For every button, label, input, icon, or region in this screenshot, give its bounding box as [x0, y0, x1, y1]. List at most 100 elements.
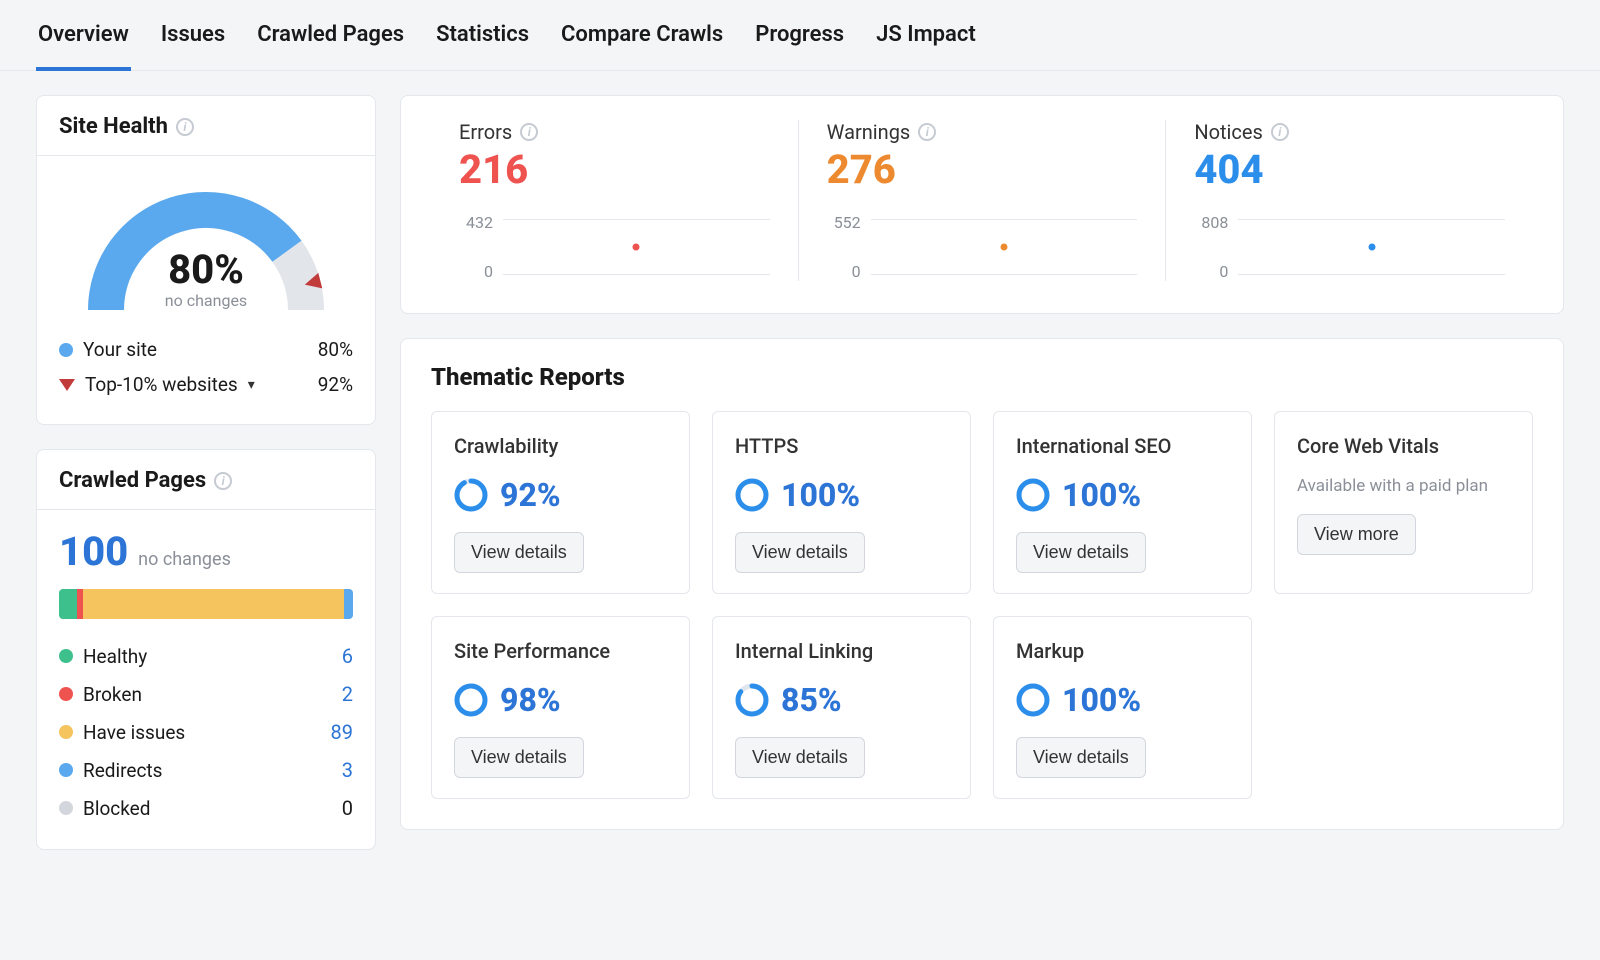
- issue-notices[interactable]: Notices i 404 808 0: [1165, 120, 1533, 281]
- view-details-button[interactable]: View details: [735, 737, 865, 778]
- report-percent: 100%: [1062, 476, 1141, 514]
- tab-issues[interactable]: Issues: [159, 0, 227, 71]
- report-title: Crawlability: [454, 434, 667, 458]
- legend-top10[interactable]: Top-10% websites ▾ 92%: [59, 367, 353, 402]
- report-core-web-vitals: Core Web VitalsAvailable with a paid pla…: [1274, 411, 1533, 594]
- view-details-button[interactable]: View details: [735, 532, 865, 573]
- tab-overview[interactable]: Overview: [36, 0, 131, 71]
- report-metric: 85%: [735, 681, 948, 719]
- report-metric: 98%: [454, 681, 667, 719]
- info-icon[interactable]: i: [176, 118, 194, 136]
- view-details-button[interactable]: View details: [454, 737, 584, 778]
- site-health-title: Site Health: [59, 114, 168, 139]
- triangle-down-icon: [59, 379, 75, 391]
- crawled-row-label: Redirects: [83, 759, 162, 782]
- report-percent: 98%: [500, 681, 561, 719]
- view-more-button[interactable]: View more: [1297, 514, 1416, 555]
- issue-value: 216: [459, 146, 770, 193]
- progress-ring-icon: [1016, 478, 1050, 512]
- report-title: Markup: [1016, 639, 1229, 663]
- tab-compare-crawls[interactable]: Compare Crawls: [559, 0, 725, 71]
- segment-healthy[interactable]: [59, 589, 77, 619]
- issue-label: Errors: [459, 120, 512, 144]
- crawled-pages-total: 100: [59, 528, 128, 575]
- spark-zero: 0: [484, 262, 493, 281]
- report-markup: Markup 100% View details: [993, 616, 1252, 799]
- issues-summary-card: Errors i 216 432 0: [400, 95, 1564, 314]
- crawled-row-healthy[interactable]: Healthy6: [59, 637, 353, 675]
- spark-dot-icon: [633, 244, 640, 251]
- crawled-pages-title: Crawled Pages: [59, 468, 206, 493]
- report-title: Internal Linking: [735, 639, 948, 663]
- issue-value: 276: [827, 146, 1138, 193]
- tab-js-impact[interactable]: JS Impact: [874, 0, 978, 71]
- issue-spark: 808 0: [1194, 213, 1505, 281]
- progress-ring-icon: [454, 478, 488, 512]
- crawled-row-count: 3: [342, 758, 353, 782]
- crawled-row-label: Broken: [83, 683, 142, 706]
- report-metric: 92%: [454, 476, 667, 514]
- progress-ring-icon: [735, 478, 769, 512]
- segment-redirects[interactable]: [344, 589, 353, 619]
- report-desc: Available with a paid plan: [1297, 476, 1510, 496]
- report-https: HTTPS 100% View details: [712, 411, 971, 594]
- thematic-reports-title: Thematic Reports: [401, 339, 1563, 399]
- view-details-button[interactable]: View details: [1016, 532, 1146, 573]
- issue-value: 404: [1194, 146, 1505, 193]
- report-metric: 100%: [735, 476, 948, 514]
- crawled-row-count: 0: [342, 796, 353, 820]
- view-details-button[interactable]: View details: [1016, 737, 1146, 778]
- tab-crawled-pages[interactable]: Crawled Pages: [255, 0, 406, 71]
- tab-bar: Overview Issues Crawled Pages Statistics Com…: [0, 0, 1600, 71]
- spark-zero: 0: [852, 262, 861, 281]
- segment-have-issues[interactable]: [83, 589, 345, 619]
- spark-max: 808: [1201, 213, 1228, 232]
- progress-ring-icon: [454, 683, 488, 717]
- info-icon[interactable]: i: [918, 123, 936, 141]
- report-intl-seo: International SEO100%View details: [993, 411, 1252, 594]
- crawled-pages-card: Crawled Pages i 100 no changes Healthy6B…: [36, 449, 376, 850]
- report-percent: 100%: [1062, 681, 1141, 719]
- issues-row: Errors i 216 432 0: [431, 120, 1533, 281]
- issue-spark: 432 0: [459, 213, 770, 281]
- info-icon[interactable]: i: [1271, 123, 1289, 141]
- view-details-button[interactable]: View details: [454, 532, 584, 573]
- report-crawlability: Crawlability 92% View details: [431, 411, 690, 594]
- crawled-row-count: 2: [342, 682, 353, 706]
- crawled-row-redirects[interactable]: Redirects 3: [59, 751, 353, 789]
- issue-warnings[interactable]: Warnings i 276 552 0: [798, 120, 1166, 281]
- crawled-row-have-issues[interactable]: Have issues89: [59, 713, 353, 751]
- issue-spark: 552 0: [827, 213, 1138, 281]
- legend-value: 92%: [318, 373, 353, 396]
- dot-icon: [59, 725, 73, 739]
- info-icon[interactable]: i: [520, 123, 538, 141]
- report-internal-linking: Internal Linking 85% View details: [712, 616, 971, 799]
- spark-dot-icon: [1001, 244, 1008, 251]
- issue-errors[interactable]: Errors i 216 432 0: [431, 120, 798, 281]
- info-icon[interactable]: i: [214, 472, 232, 490]
- site-health-subtext: no changes: [76, 291, 336, 310]
- tab-statistics[interactable]: Statistics: [434, 0, 531, 71]
- dot-icon: [59, 687, 73, 701]
- tab-progress[interactable]: Progress: [753, 0, 846, 71]
- crawled-row-blocked[interactable]: Blocked0: [59, 789, 353, 827]
- crawled-pages-subtext: no changes: [138, 549, 231, 570]
- left-column: Site Health i 80% no changes: [36, 95, 376, 850]
- report-metric: 100%: [1016, 476, 1229, 514]
- site-health-legend: Your site 80% Top-10% websites ▾ 92%: [59, 332, 353, 402]
- progress-ring-icon: [1016, 683, 1050, 717]
- crawled-pages-header: Crawled Pages i: [37, 450, 375, 510]
- report-title: HTTPS: [735, 434, 948, 458]
- crawled-pages-breakdown: Healthy6 Broken 2 Have issues89 Redirects 3 Bl…: [59, 637, 353, 827]
- right-column: Errors i 216 432 0: [400, 95, 1564, 830]
- site-health-card: Site Health i 80% no changes: [36, 95, 376, 425]
- thematic-reports-card: Thematic Reports Crawlability 92% View det…: [400, 338, 1564, 830]
- dot-icon: [59, 763, 73, 777]
- crawled-row-broken[interactable]: Broken 2: [59, 675, 353, 713]
- spark-max: 432: [466, 213, 493, 232]
- legend-value: 80%: [318, 338, 353, 361]
- report-percent: 85%: [781, 681, 842, 719]
- progress-ring-icon: [735, 683, 769, 717]
- dot-icon: [59, 343, 73, 357]
- thematic-reports-grid: Crawlability 92% View details HTTPS 100% View…: [401, 399, 1563, 829]
